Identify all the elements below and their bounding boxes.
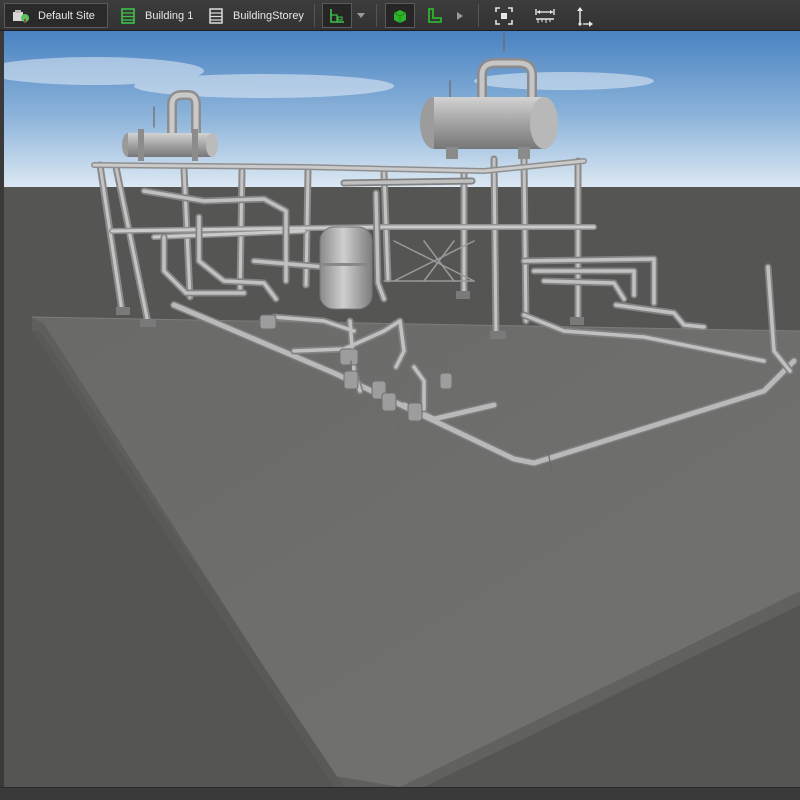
section-profile-button[interactable] — [419, 3, 449, 28]
fit-view-button[interactable] — [489, 3, 519, 28]
measure-distance-icon — [534, 6, 556, 26]
measure-height-button[interactable] — [570, 3, 600, 28]
breadcrumb-default-site[interactable]: Default Site — [4, 3, 108, 28]
dropdown-arrow-icon — [357, 12, 365, 19]
toolbar-divider — [376, 4, 377, 27]
site-icon — [11, 7, 31, 25]
3d-viewport[interactable] — [4, 31, 800, 787]
fit-view-icon — [494, 6, 514, 26]
vertical-vessel — [319, 226, 373, 310]
measure-height-icon — [575, 5, 595, 27]
breadcrumb-building-1[interactable]: Building 1 — [112, 3, 201, 28]
breadcrumb-toolbar: Default Site Building 1 BuildingStorey — [0, 0, 800, 31]
breadcrumb-label: Default Site — [38, 9, 95, 22]
plan-view-icon — [327, 6, 347, 26]
breadcrumb-label: Building 1 — [145, 9, 194, 22]
building-icon — [118, 7, 138, 25]
breadcrumb-label: BuildingStorey — [233, 9, 304, 22]
more-tools-button[interactable] — [453, 3, 467, 28]
status-bar — [0, 787, 800, 800]
toolbar-divider — [314, 4, 315, 27]
solid-view-button[interactable] — [385, 3, 415, 28]
view-dropdown-button[interactable] — [354, 3, 368, 28]
toolbar-divider — [478, 4, 479, 27]
breadcrumb-building-storey[interactable]: BuildingStorey — [200, 3, 312, 28]
solid-box-icon — [391, 7, 409, 25]
plan-view-button[interactable] — [322, 3, 352, 28]
expand-arrow-icon — [457, 11, 463, 20]
building-storey-icon — [206, 7, 226, 25]
section-profile-icon — [425, 7, 443, 25]
measure-distance-button[interactable] — [530, 3, 560, 28]
